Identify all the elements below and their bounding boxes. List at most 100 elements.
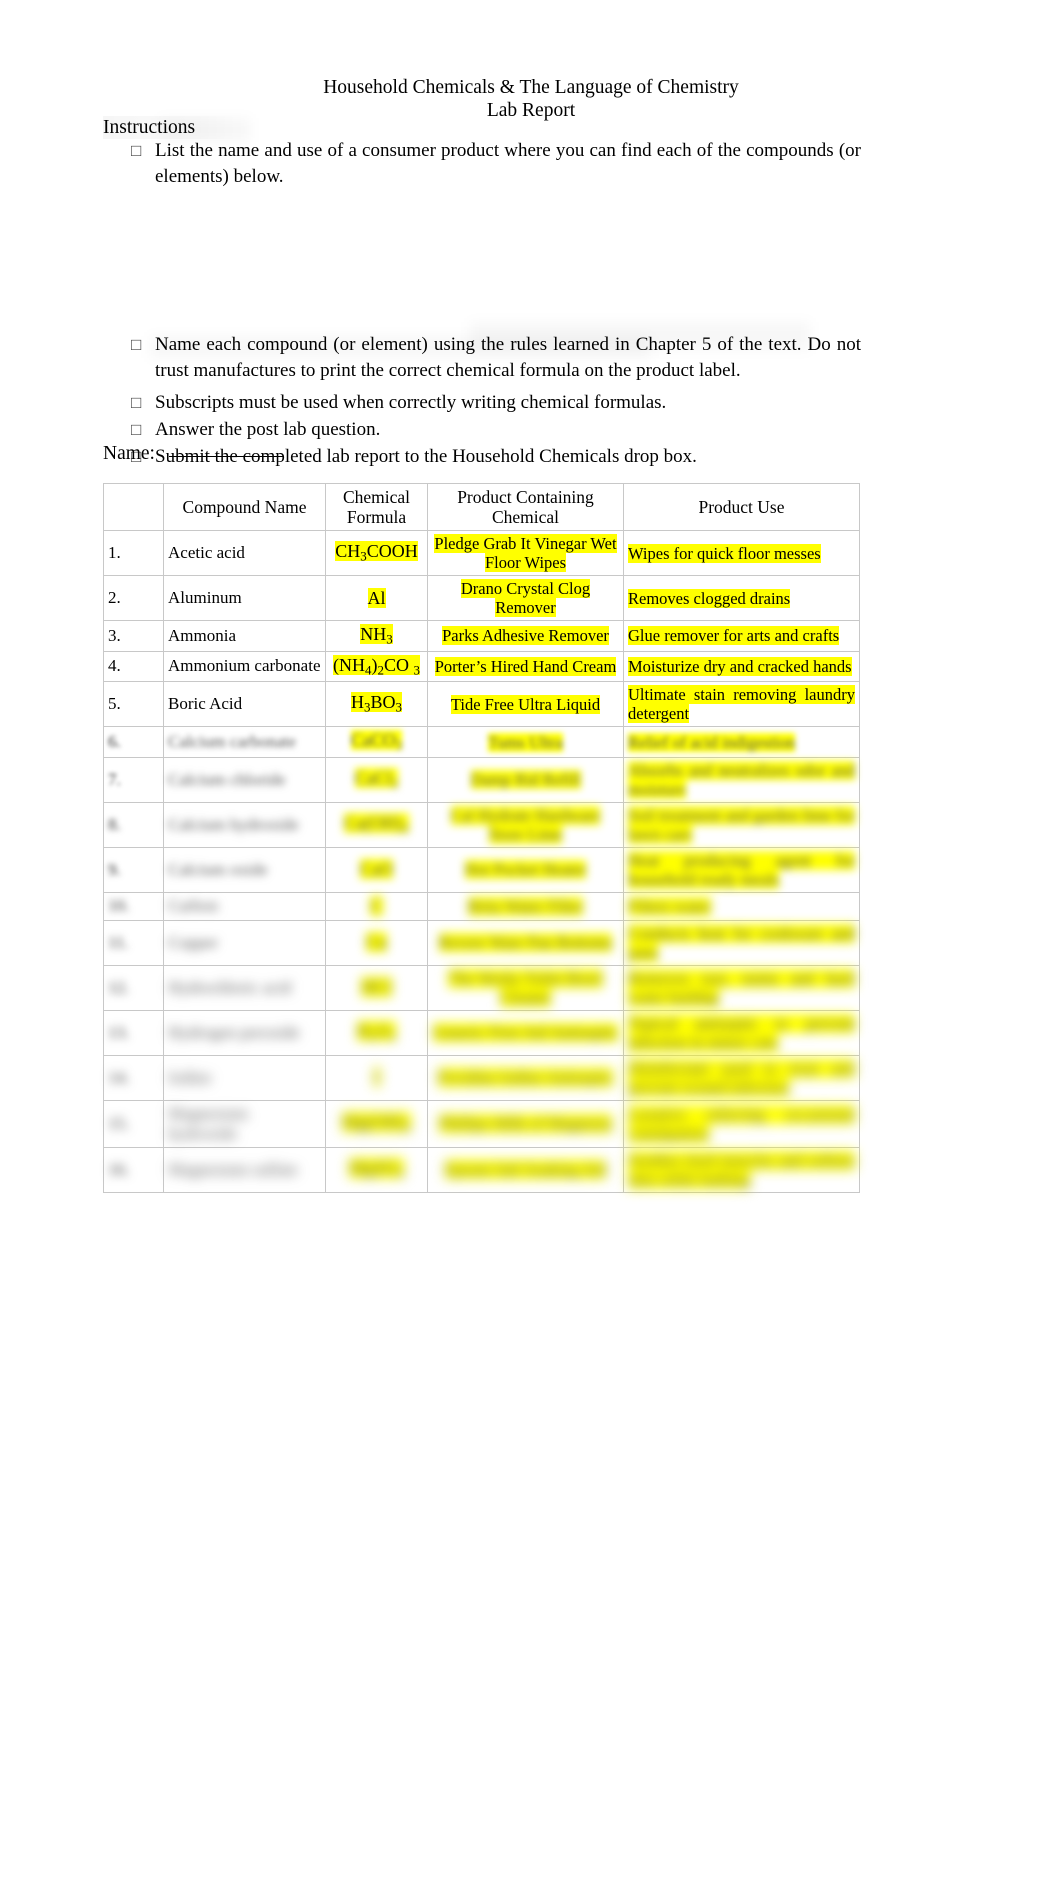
chemical-formula-cell[interactable]: Mg(OH)2 [325, 1099, 428, 1148]
chemical-formula-cell[interactable]: H2O2 [325, 1009, 428, 1056]
chemical-formula-cell[interactable]: Ca(OH)2 [325, 801, 428, 848]
use-highlight: Disinfectant used to treat and prevent w… [628, 1058, 855, 1097]
header-chemical-formula-line2: Formula [346, 507, 407, 527]
formula-highlight: I [373, 1067, 380, 1088]
product-containing-cell[interactable]: Porter’s Hired Hand Cream [427, 650, 624, 683]
product-containing-cell[interactable]: The Works Toilet Bowl Cleaner [427, 964, 624, 1011]
chemical-formula-cell[interactable]: CaCO3 [325, 726, 428, 758]
product-use-cell[interactable]: Disinfectant used to treat and prevent w… [623, 1054, 860, 1101]
product-containing-cell[interactable]: Tums Ultra [427, 726, 624, 758]
product-containing-cell[interactable]: Phillips Milk of Magnesia [427, 1099, 624, 1148]
product-use-cell[interactable]: Ultimate stain removing laundry detergen… [623, 681, 860, 728]
chemical-formula-cell[interactable]: Cu [325, 919, 428, 966]
product-containing-cell[interactable]: Brita Water Filter [427, 891, 624, 921]
header-number [103, 483, 164, 531]
chemical-formula-cell[interactable]: (NH4)2CO 3 [325, 650, 428, 683]
table-row: 2. Aluminum Al Drano Crystal Clog Remover Re… [103, 575, 860, 621]
table-row: 7. Calcium chloride CaCl2 Damp Rid Refill Ab… [103, 756, 860, 803]
formula-highlight: Al [367, 587, 386, 608]
row-number: 3. [103, 620, 164, 652]
row-number: 10. [103, 891, 164, 921]
list-item: □ Answer the post lab question. [103, 417, 863, 443]
compound-name-cell: Carbon [163, 891, 326, 921]
product-use-cell[interactable]: Moisturize dry and cracked hands [623, 650, 860, 683]
chemical-formula-cell[interactable]: NH3 [325, 620, 428, 652]
instruction-text-4: Answer the post lab question. [155, 419, 381, 440]
product-use-cell[interactable]: Topical antiseptic to prevent infection … [623, 1009, 860, 1056]
product-containing-cell[interactable]: Generic First Aid Antiseptic [427, 1009, 624, 1056]
product-use-cell[interactable]: Soothes tired muscles and softens skin w… [623, 1146, 860, 1193]
bullet-marker-icon: □ [131, 335, 142, 354]
product-containing-cell[interactable]: Tide Free Ultra Liquid [427, 681, 624, 728]
chemical-formula-cell[interactable]: CH3COOH [325, 530, 428, 576]
chemical-formula-cell[interactable]: CaO [325, 846, 428, 893]
list-item: □ Subscripts must be used when correctly… [103, 390, 863, 416]
product-containing-cell[interactable]: Epsom Salt Soaking Aid [427, 1146, 624, 1193]
formula-highlight: HCl [361, 977, 392, 998]
name-input[interactable] [168, 441, 283, 457]
table-row: 6. Calcium carbonate CaCO3 Tums Ultra Relief… [103, 726, 860, 758]
row-number: 11. [103, 919, 164, 966]
product-use-cell[interactable]: Filters water [623, 891, 860, 921]
row-number: 14. [103, 1054, 164, 1101]
row-number: 1. [103, 530, 164, 576]
product-containing-cell[interactable]: Revere Ware Pan Bottoms [427, 919, 624, 966]
chemical-formula-cell[interactable]: MgSO4 [325, 1146, 428, 1193]
compound-name-cell: Hydrochloric acid [163, 964, 326, 1011]
product-highlight: Pledge Grab It Vinegar Wet Floor Wipes [434, 534, 617, 572]
instruction-text-1: List the name and use of a consumer prod… [155, 140, 861, 187]
chemical-formula-cell[interactable]: Al [325, 575, 428, 621]
product-highlight: Damp Rid Refill [470, 770, 581, 790]
product-use-cell[interactable]: Glue remover for arts and crafts [623, 620, 860, 652]
use-highlight: Laxative relieving occasional constipati… [628, 1104, 855, 1143]
formula-highlight: Cu [365, 932, 387, 953]
formula-highlight: H2O2 [357, 1021, 396, 1044]
table-row: 1. Acetic acid CH3COOH Pledge Grab It Vineg… [103, 530, 860, 576]
product-containing-cell[interactable]: Povidine Iodine Antiseptic [427, 1054, 624, 1101]
product-use-cell[interactable]: Absorbs and neutralizes odor and moistur… [623, 756, 860, 803]
use-highlight: Moisturize dry and cracked hands [628, 656, 852, 676]
product-use-cell[interactable]: Heat producing agent for household ready… [623, 846, 860, 893]
product-use-cell[interactable]: Conducts heat for cookware and pans [623, 919, 860, 966]
product-use-cell[interactable]: Relief of acid indigestion [623, 726, 860, 758]
table-row: 11. Copper Cu Revere Ware Pan Bottoms Conduc… [103, 919, 860, 966]
product-highlight: Generic First Aid Antiseptic [432, 1023, 619, 1043]
compound-name-cell: Magnesium sulfate [163, 1146, 326, 1193]
compound-name-cell: Iodine [163, 1054, 326, 1101]
chemical-formula-cell[interactable]: I [325, 1054, 428, 1101]
name-field-row: Name: [103, 441, 283, 466]
product-containing-cell[interactable]: Damp Rid Refill [427, 756, 624, 803]
product-highlight: Phillips Milk of Magnesia [439, 1114, 612, 1134]
product-use-cell[interactable]: Removes rust, stains and hard water buil… [623, 964, 860, 1011]
use-highlight: Topical antiseptic to prevent infection … [628, 1013, 855, 1052]
product-use-cell[interactable]: Wipes for quick floor messes [623, 530, 860, 576]
compound-name-cell: Calcium carbonate [163, 726, 326, 758]
instruction-text-3: Subscripts must be used when correctly w… [155, 392, 667, 413]
chemical-formula-cell[interactable]: CaCl2 [325, 756, 428, 803]
compound-name-cell: Boric Acid [163, 681, 326, 728]
use-highlight: Soil treatment and garden lime for lawn … [628, 805, 855, 844]
product-containing-cell[interactable]: Cal Hydrate Hardware Store Lime [427, 801, 624, 848]
row-number: 13. [103, 1009, 164, 1056]
row-number: 15. [103, 1099, 164, 1148]
product-containing-cell[interactable]: Hot Pocket Heater [427, 846, 624, 893]
product-use-cell[interactable]: Laxative relieving occasional constipati… [623, 1099, 860, 1148]
use-highlight: Absorbs and neutralizes odor and moistur… [628, 760, 855, 799]
product-containing-cell[interactable]: Drano Crystal Clog Remover [427, 575, 624, 621]
table-row: 14. Iodine I Povidine Iodine Antiseptic Disi… [103, 1054, 860, 1101]
use-highlight: Glue remover for arts and crafts [628, 626, 840, 646]
product-containing-cell[interactable]: Pledge Grab It Vinegar Wet Floor Wipes [427, 530, 624, 576]
header-compound-name: Compound Name [163, 483, 326, 531]
formula-highlight: MgSO4 [349, 1158, 404, 1181]
product-use-cell[interactable]: Soil treatment and garden lime for lawn … [623, 801, 860, 848]
chemical-formula-cell[interactable]: C [325, 891, 428, 921]
row-number: 6. [103, 726, 164, 758]
header-chemical-formula-line1: Chemical [342, 487, 411, 507]
chemical-formula-cell[interactable]: HCl [325, 964, 428, 1011]
bullet-marker-icon: □ [131, 141, 142, 160]
product-use-cell[interactable]: Removes clogged drains [623, 575, 860, 621]
formula-highlight: Mg(OH)2 [341, 1112, 412, 1135]
product-containing-cell[interactable]: Parks Adhesive Remover [427, 620, 624, 652]
chemical-formula-cell[interactable]: H3BO3 [325, 681, 428, 728]
product-highlight: Cal Hydrate Hardware Store Lime [450, 805, 601, 844]
